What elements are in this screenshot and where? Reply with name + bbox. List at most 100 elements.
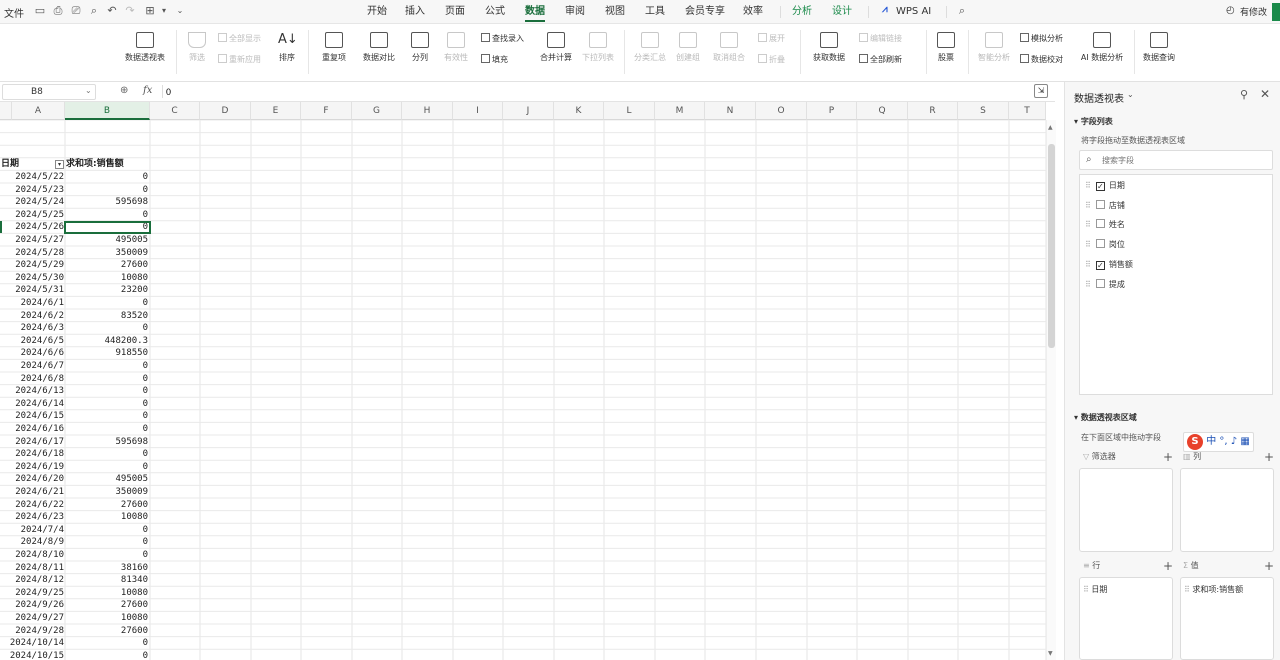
pivot-row-value[interactable]: 0 (66, 373, 148, 386)
ime-language[interactable]: 中 (1206, 436, 1216, 447)
pivot-header-date[interactable]: 日期 (1, 158, 55, 171)
pivot-row-value[interactable]: 0 (66, 461, 148, 474)
field-checkbox[interactable] (1095, 219, 1105, 229)
pivot-row-value[interactable]: 0 (66, 385, 148, 398)
pin-icon[interactable]: ⚲ (1240, 88, 1248, 101)
lookup-entry-button[interactable]: 查找录入 (481, 33, 524, 45)
pivot-row-value[interactable]: 83520 (66, 310, 148, 323)
pivot-row-date[interactable]: 2024/5/26 (1, 221, 64, 234)
tab-home[interactable]: 开始 (367, 4, 387, 20)
column-header-g[interactable]: G (352, 102, 402, 120)
pivot-row-value[interactable]: 38160 (66, 562, 148, 575)
pivot-row-date[interactable]: 2024/6/3 (1, 322, 64, 335)
tab-analyze[interactable]: 分析 (792, 4, 812, 20)
pivot-row-value[interactable]: 81340 (66, 574, 148, 587)
value-field-item[interactable]: ⠿ 求和项:销售额 (1184, 584, 1243, 595)
more-chevron-icon[interactable]: ⌄ (174, 5, 186, 17)
active-cell-selection[interactable] (64, 220, 151, 235)
pivot-header-sum[interactable]: 求和项:销售额 (66, 158, 150, 171)
keyboard-icon[interactable]: ▦ (1240, 436, 1249, 447)
modified-status[interactable]: 有修改 (1240, 5, 1267, 18)
drag-handle-icon[interactable]: ⠿ (1085, 181, 1091, 190)
pivot-row-date[interactable]: 2024/5/25 (1, 209, 64, 222)
pivot-row-date[interactable]: 2024/8/11 (1, 562, 64, 575)
pivot-row-value[interactable]: 0 (66, 536, 148, 549)
column-header-m[interactable]: M (655, 102, 705, 120)
pivot-row-value[interactable]: 448200.3 (66, 335, 148, 348)
column-header-r[interactable]: R (908, 102, 958, 120)
pivot-row-date[interactable]: 2024/5/30 (1, 272, 64, 285)
pivot-row-date[interactable]: 2024/5/27 (1, 234, 64, 247)
pivot-row-date[interactable]: 2024/9/26 (1, 599, 64, 612)
microphone-icon[interactable]: ♪ (1231, 436, 1237, 447)
pivot-row-value[interactable]: 0 (66, 398, 148, 411)
formula-input[interactable] (166, 84, 1026, 100)
undo-icon[interactable]: ↶ (106, 5, 118, 17)
pivot-row-value[interactable]: 0 (66, 423, 148, 436)
add-value-icon[interactable]: + (1264, 560, 1274, 572)
pivot-row-value[interactable]: 0 (66, 637, 148, 650)
reapply-button[interactable]: 重新应用 (218, 54, 261, 66)
show-all-button[interactable]: 全部显示 (218, 33, 261, 45)
add-column-icon[interactable]: + (1264, 451, 1274, 463)
row-field-item[interactable]: ⠿ 日期 (1083, 584, 1107, 595)
data-compare-button[interactable]: 数据对比 (356, 32, 402, 63)
data-check-button[interactable]: 数据校对 (1020, 54, 1063, 66)
spreadsheet-grid[interactable]: ABCDEFGHIJKLMNOPQRST 日期 ▾ 求和项:销售额 2024/5/22… (0, 102, 1046, 660)
field-list-section[interactable]: ▾ 字段列表 (1074, 116, 1113, 127)
pivot-row-value[interactable]: 0 (66, 209, 148, 222)
consolidate-button[interactable]: 合并计算 (536, 32, 576, 63)
column-header-f[interactable]: F (301, 102, 352, 120)
pivot-field-item[interactable]: ⠿ 岗位 (1085, 238, 1125, 252)
pivot-row-date[interactable]: 2024/5/23 (1, 184, 64, 197)
search-icon[interactable]: ⌕ (956, 5, 968, 17)
column-header-o[interactable]: O (756, 102, 807, 120)
pivot-row-value[interactable]: 27600 (66, 259, 148, 272)
drag-handle-icon[interactable]: ⠿ (1085, 260, 1091, 269)
filter-drop-zone[interactable] (1079, 468, 1173, 552)
share-button[interactable] (1272, 3, 1280, 21)
pivot-row-value[interactable]: 27600 (66, 625, 148, 638)
stocks-button[interactable]: 股票 (932, 32, 960, 63)
column-header-b[interactable]: B (65, 102, 150, 120)
zoom-formula-icon[interactable]: ⊕ (120, 85, 128, 96)
tab-tools[interactable]: 工具 (645, 4, 665, 20)
pivot-row-value[interactable]: 918550 (66, 347, 148, 360)
pivot-row-value[interactable]: 0 (66, 448, 148, 461)
pivot-row-value[interactable]: 0 (66, 650, 148, 660)
pivot-row-value[interactable]: 595698 (66, 436, 148, 449)
pivot-row-value[interactable]: 23200 (66, 284, 148, 297)
drag-handle-icon[interactable]: ⠿ (1085, 280, 1091, 289)
expand-formula-icon[interactable]: ⇲ (1034, 84, 1048, 98)
pivot-field-item[interactable]: ⠿ ✓ 销售额 (1085, 258, 1133, 272)
scroll-up-icon[interactable]: ▲ (1048, 124, 1053, 131)
tab-review[interactable]: 审阅 (565, 4, 585, 20)
pivot-row-value[interactable]: 0 (66, 410, 148, 423)
tab-formula[interactable]: 公式 (485, 4, 505, 20)
pivot-field-item[interactable]: ⠿ ✓ 日期 (1085, 179, 1125, 193)
pivot-row-value[interactable]: 0 (66, 524, 148, 537)
print-preview-icon[interactable]: ⌕ (88, 5, 100, 17)
column-header-c[interactable]: C (150, 102, 200, 120)
pivot-row-date[interactable]: 2024/6/21 (1, 486, 64, 499)
pivot-row-date[interactable]: 2024/5/31 (1, 284, 64, 297)
drag-handle-icon[interactable]: ⠿ (1085, 201, 1091, 210)
pivot-row-value[interactable]: 0 (66, 360, 148, 373)
value-drop-zone[interactable]: ⠿ 求和项:销售额 (1180, 577, 1274, 660)
pivot-row-date[interactable]: 2024/6/16 (1, 423, 64, 436)
column-header-s[interactable]: S (958, 102, 1009, 120)
ungroup-button[interactable]: 取消组合 (706, 32, 752, 63)
pivot-row-date[interactable]: 2024/6/20 (1, 473, 64, 486)
create-group-button[interactable]: 创建组 (672, 32, 704, 63)
pivot-row-date[interactable]: 2024/6/17 (1, 436, 64, 449)
pivot-row-date[interactable]: 2024/9/27 (1, 612, 64, 625)
pivot-row-value[interactable]: 595698 (66, 196, 148, 209)
pivot-row-date[interactable]: 2024/6/13 (1, 385, 64, 398)
pivot-row-date[interactable]: 2024/5/29 (1, 259, 64, 272)
tab-page[interactable]: 页面 (445, 4, 465, 20)
row-drop-zone[interactable]: ⠿ 日期 (1079, 577, 1173, 660)
pivot-row-value[interactable]: 27600 (66, 599, 148, 612)
pivot-row-date[interactable]: 2024/9/28 (1, 625, 64, 638)
pivot-row-date[interactable]: 2024/6/2 (1, 310, 64, 323)
print-icon[interactable]: ⎚ (70, 5, 82, 17)
